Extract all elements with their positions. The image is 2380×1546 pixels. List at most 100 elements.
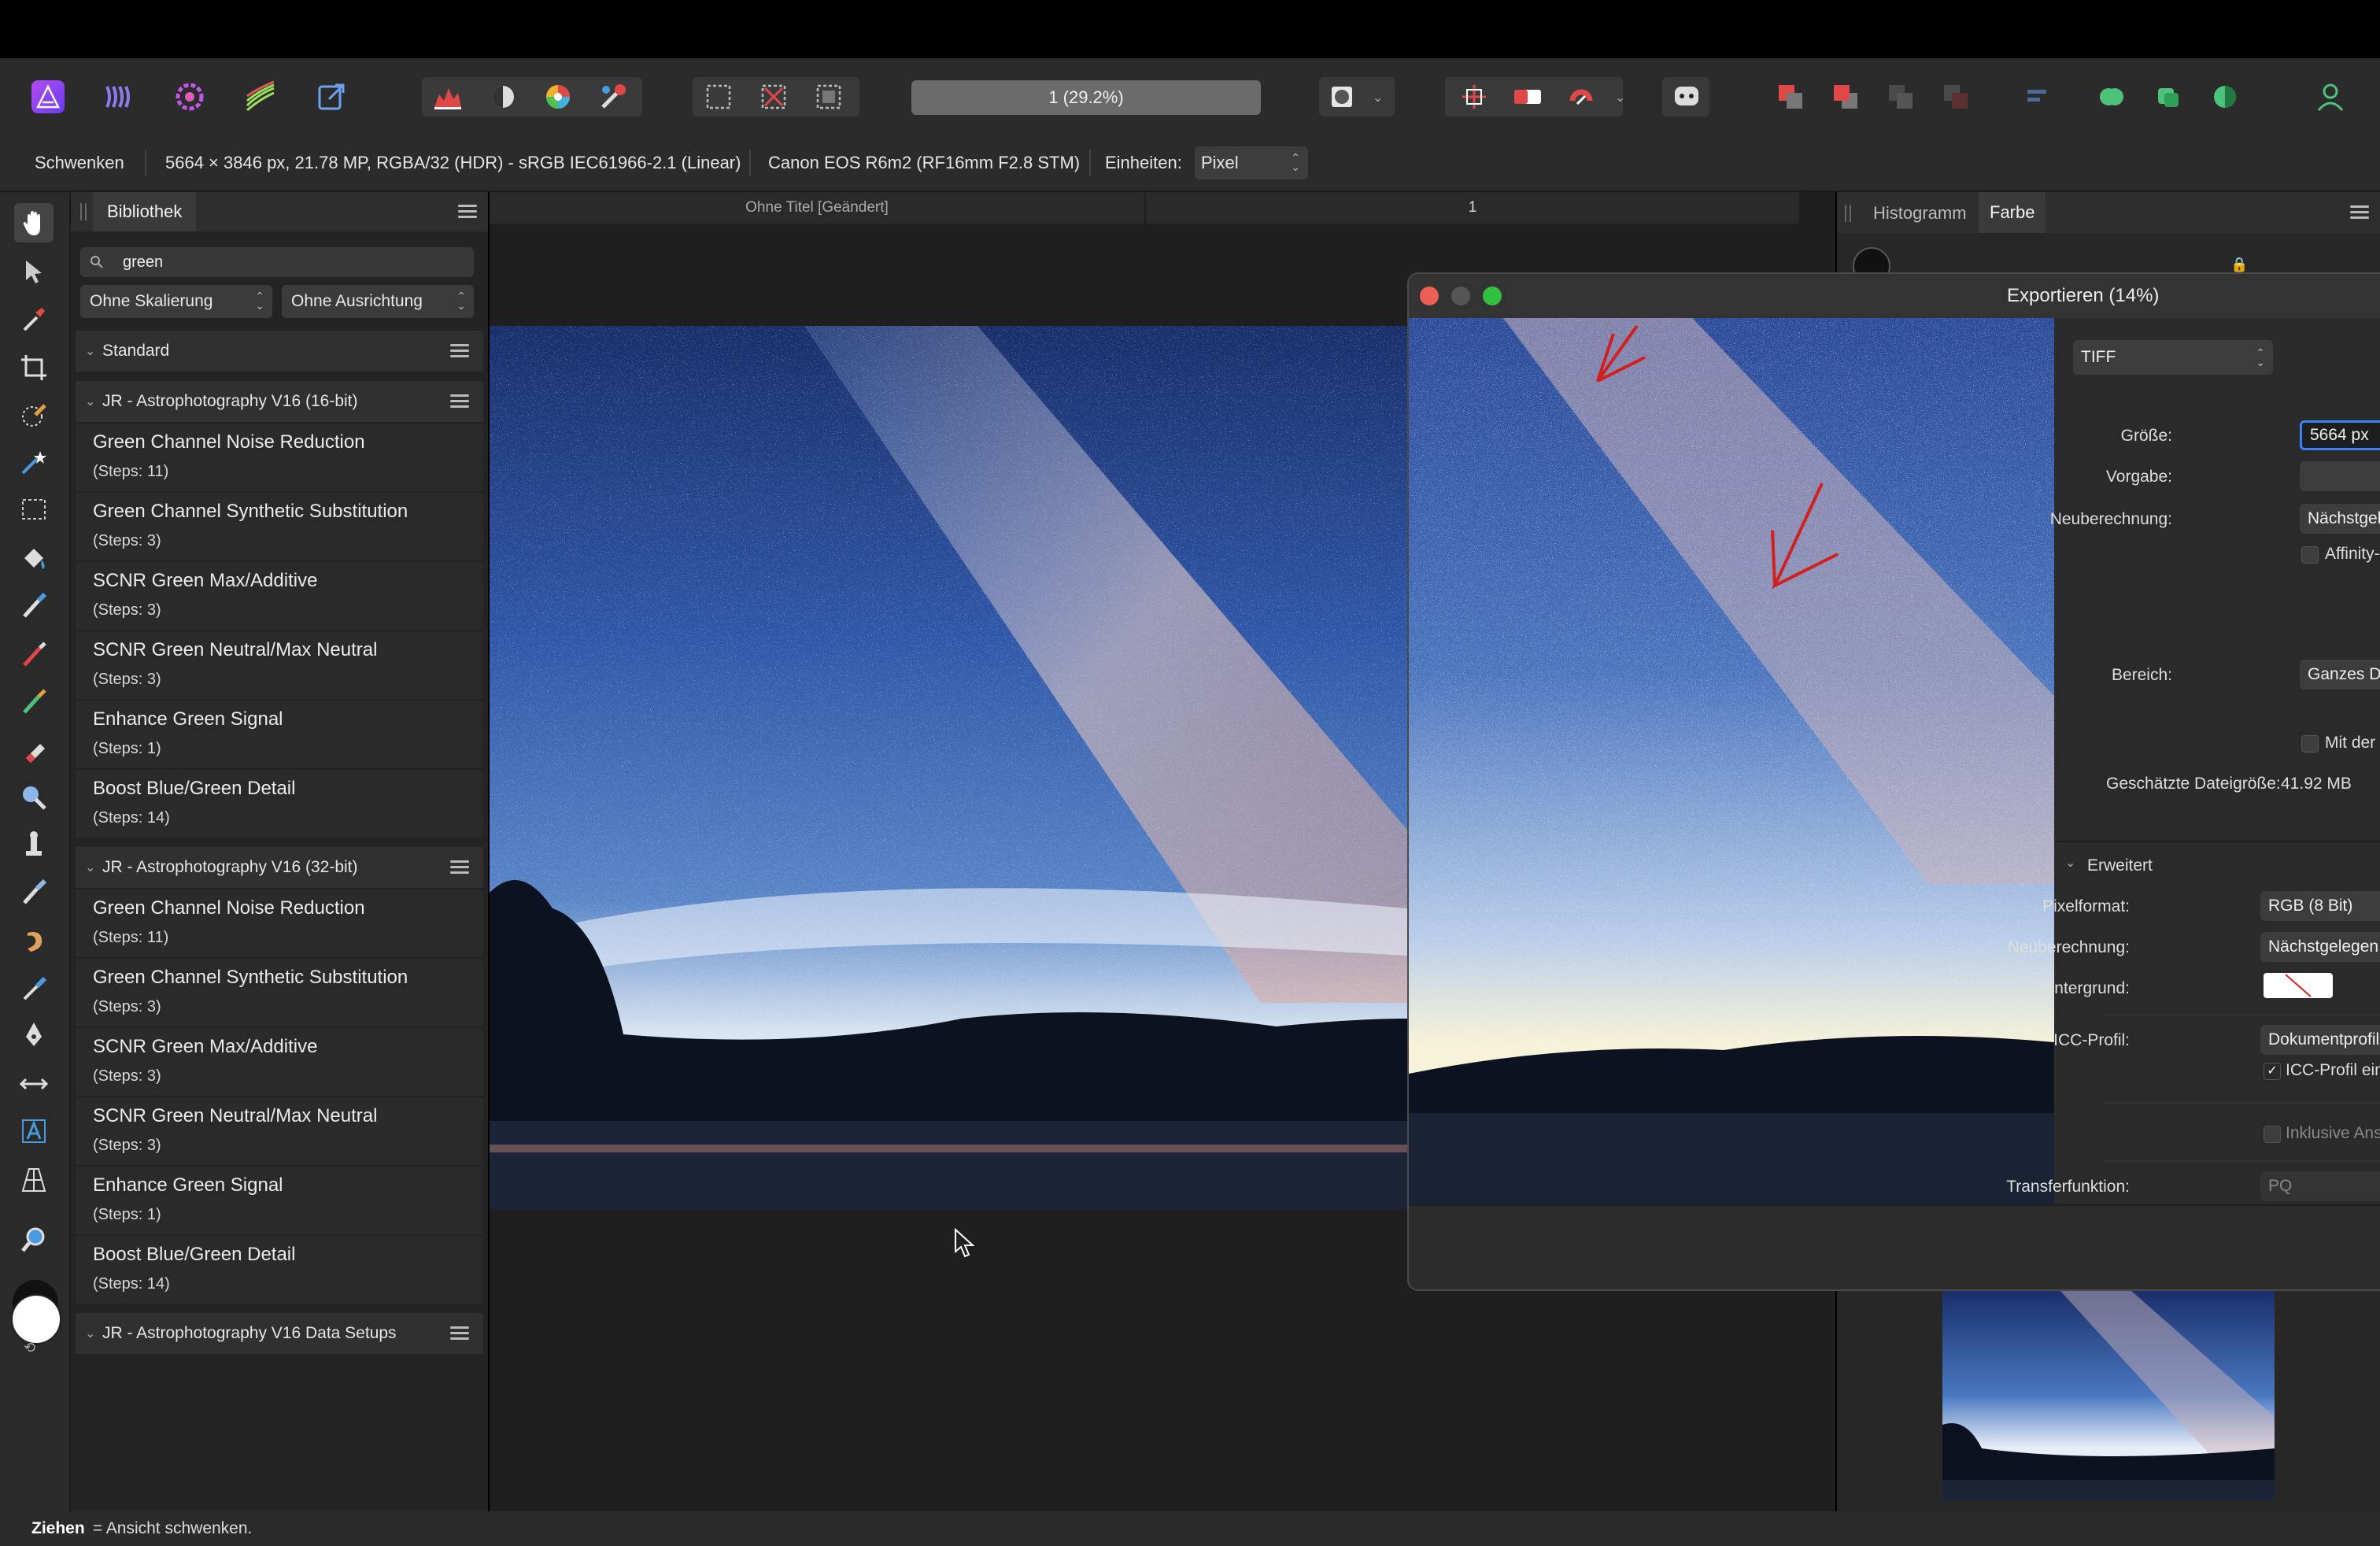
pixelformat-select[interactable]: RGB (8 Bit) [2260, 891, 2380, 921]
chevron-down-icon[interactable]: ⌄ [1615, 90, 1625, 105]
category-menu-icon[interactable] [450, 1326, 469, 1341]
assistant-toggle-icon[interactable] [1506, 76, 1549, 118]
user-account-icon[interactable] [2309, 76, 2352, 118]
resample-select[interactable]: Nächstgele [2300, 504, 2380, 534]
category-standard[interactable]: ⌄ Standard [76, 331, 483, 372]
selection-brush-tool-icon[interactable] [14, 395, 54, 435]
lock-icon[interactable]: 🔒 [2230, 257, 2248, 273]
macro-item[interactable]: Green Channel Noise Reduction (Steps: 11) [76, 422, 483, 491]
advanced-section-label[interactable]: Erweitert [2087, 856, 2153, 875]
arrange-front-icon[interactable] [1935, 76, 1977, 118]
blur-brush-tool-icon[interactable] [14, 872, 54, 912]
navigator-thumbnail[interactable] [1942, 1291, 2275, 1500]
size-width-input[interactable]: 5664 px [2300, 420, 2380, 450]
macro-item[interactable]: SCNR Green Neutral/Max Neutral (Steps: 3) [76, 630, 483, 699]
arrange-forward-icon[interactable] [1879, 76, 1922, 118]
pen-tool-icon[interactable] [14, 1015, 54, 1055]
boolean-subtract-icon[interactable] [2147, 76, 2190, 118]
transfer-function-select[interactable]: PQ [2260, 1171, 2380, 1201]
library-search-input[interactable]: green [80, 247, 474, 277]
category-astro-32bit[interactable]: ⌄ JR - Astrophotography V16 (32-bit) [76, 847, 483, 888]
area-select[interactable]: Ganzes Do [2300, 660, 2380, 690]
chevron-down-icon[interactable]: ⌄ [1373, 90, 1383, 105]
zoom-window-button[interactable] [1483, 287, 1502, 305]
tab-document-untitled[interactable]: Ohne Titel [Geändert] [490, 192, 1146, 224]
assistant-icon[interactable] [1665, 76, 1708, 118]
magnet-snap-icon[interactable] [1560, 76, 1602, 118]
deselect-icon[interactable] [752, 76, 795, 118]
primary-color-swatch[interactable] [11, 1294, 61, 1344]
color-picker-tool-icon[interactable] [14, 299, 54, 338]
erase-brush-tool-icon[interactable] [14, 730, 54, 770]
preset-select[interactable] [2300, 461, 2380, 491]
panel-menu-icon[interactable] [458, 205, 477, 219]
arrange-back-icon[interactable] [1769, 76, 1812, 118]
align-icon[interactable] [2016, 76, 2059, 118]
levels-icon[interactable] [427, 76, 469, 118]
liquify-persona-icon[interactable] [98, 76, 140, 118]
invert-selection-icon[interactable] [808, 76, 850, 118]
resample2-select[interactable]: Nächstgelegen [2260, 932, 2380, 962]
snapping-icon[interactable] [1453, 76, 1495, 118]
panel-menu-icon[interactable] [2350, 205, 2369, 220]
retouch-tool-icon[interactable] [14, 968, 54, 1008]
quick-mask-icon[interactable] [1321, 76, 1363, 118]
macro-item[interactable]: Green Channel Noise Reduction (Steps: 11) [76, 888, 483, 957]
close-window-button[interactable] [1420, 287, 1439, 305]
select-all-icon[interactable] [697, 76, 740, 118]
macro-item[interactable]: Boost Blue/Green Detail (Steps: 14) [76, 1234, 483, 1304]
smudge-tool-icon[interactable] [14, 921, 54, 960]
boolean-add-icon[interactable] [2090, 76, 2133, 118]
pixel-brush-tool-icon[interactable] [14, 634, 54, 674]
macro-item[interactable]: SCNR Green Neutral/Max Neutral (Steps: 3) [76, 1096, 483, 1165]
category-astro-data-setups[interactable]: ⌄ JR - Astrophotography V16 Data Setups [76, 1313, 483, 1354]
panel-grip-icon[interactable] [80, 203, 87, 220]
flood-select-tool-icon[interactable] [14, 442, 54, 482]
auto-colors-icon[interactable] [537, 76, 579, 118]
boolean-intersect-icon[interactable] [2204, 76, 2246, 118]
mesh-warp-tool-icon[interactable] [14, 1064, 54, 1104]
minimize-window-button[interactable] [1451, 287, 1470, 305]
auto-contrast-icon[interactable] [482, 76, 524, 118]
tab-library[interactable]: Bibliothek [93, 192, 197, 231]
icc-embed-checkbox[interactable]: ✓ [2264, 1063, 2281, 1080]
text-tool-icon[interactable] [14, 1111, 54, 1151]
export-persona-icon[interactable] [310, 76, 353, 118]
panel-grip-icon[interactable] [1845, 205, 1851, 222]
move-tool-icon[interactable] [14, 252, 54, 291]
macro-item[interactable]: SCNR Green Max/Additive (Steps: 3) [76, 1026, 483, 1096]
dodge-tool-icon[interactable] [14, 778, 54, 817]
affinity-checkbox[interactable] [2301, 546, 2319, 564]
zoom-tool-icon[interactable] [14, 1220, 54, 1259]
macro-item[interactable]: Green Channel Synthetic Substitution (Ste… [76, 957, 483, 1026]
macro-item[interactable]: Boost Blue/Green Detail (Steps: 14) [76, 768, 483, 838]
zoom-level-field[interactable]: 1 (29.2%) [911, 80, 1261, 115]
auto-white-balance-icon[interactable] [592, 76, 634, 118]
marquee-tool-icon[interactable] [14, 490, 54, 529]
category-menu-icon[interactable] [450, 860, 469, 875]
alignment-select[interactable]: Ohne Ausrichtung ⌃ ⌄ [282, 285, 474, 318]
category-menu-icon[interactable] [450, 344, 469, 358]
scaling-select[interactable]: Ohne Skalierung ⌃ ⌄ [80, 285, 272, 318]
category-menu-icon[interactable] [450, 394, 469, 409]
category-astro-16bit[interactable]: ⌄ JR - Astrophotography V16 (16-bit) [76, 381, 483, 422]
develop-persona-icon[interactable] [168, 76, 211, 118]
with-checkbox[interactable] [2301, 735, 2319, 753]
color-replacement-tool-icon[interactable] [14, 682, 54, 721]
clone-tool-icon[interactable] [14, 825, 54, 864]
icc-profile-select[interactable]: Dokumentprofil [2260, 1025, 2380, 1055]
chevron-down-icon[interactable]: ⌄ [2065, 855, 2075, 871]
macro-item[interactable]: Enhance Green Signal (Steps: 1) [76, 699, 483, 768]
flood-fill-tool-icon[interactable] [14, 538, 54, 578]
perspective-tool-icon[interactable] [14, 1160, 54, 1200]
macro-item[interactable]: Green Channel Synthetic Substitution (Ste… [76, 491, 483, 560]
swap-colors-icon[interactable]: ⟲ [24, 1340, 35, 1356]
tab-color[interactable]: Farbe [1979, 192, 2046, 233]
macro-item[interactable]: SCNR Green Max/Additive (Steps: 3) [76, 560, 483, 630]
arrange-backward-icon[interactable] [1824, 76, 1867, 118]
hand-tool-icon[interactable] [14, 203, 54, 242]
affinity-photo-persona-icon[interactable] [27, 76, 69, 118]
tone-mapping-persona-icon[interactable] [239, 76, 282, 118]
inclusive-checkbox[interactable] [2264, 1126, 2281, 1143]
tab-document-1[interactable]: 1 [1146, 192, 1801, 224]
